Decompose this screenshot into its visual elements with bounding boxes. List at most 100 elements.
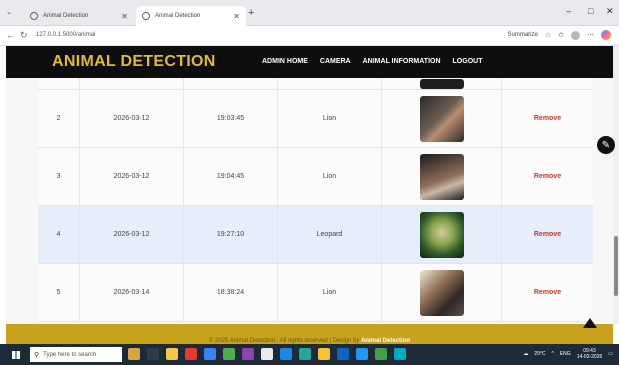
app-icon[interactable] [299,348,311,360]
weather-widget-icon[interactable] [128,348,140,360]
nav-camera[interactable]: CAMERA [320,58,351,65]
taskbar-search-placeholder: Type here to search [43,351,97,358]
animal-thumbnail [419,78,464,89]
remove-button[interactable]: Remove [534,173,561,180]
table-row: 2 2026-03-12 19:03:45 Lion Remove [38,90,593,148]
app-icon[interactable] [242,348,254,360]
row-id: 5 [38,264,80,321]
row-time: 19:27:10 [184,206,278,263]
browser-tab-1[interactable]: Animal Detection ✕ [24,6,134,26]
nav-logout[interactable]: LOGOUT [453,58,483,65]
minimize-button[interactable]: – [566,6,571,16]
table-cell [502,78,593,89]
browser-tab-1-label: Animal Detection [43,13,89,19]
clock[interactable]: 09:43 14-03-2026 [577,348,603,360]
table-cell [80,78,184,89]
row-date: 2026-03-12 [80,90,184,147]
page-scrollbar-thumb[interactable] [614,236,618,296]
star-icon[interactable]: ☆ [545,31,551,39]
nav-admin-home[interactable]: ADMIN HOME [262,58,308,65]
linkedin-icon[interactable] [337,348,349,360]
row-action-cell: Remove [502,90,593,147]
close-window-button[interactable]: ✕ [606,6,614,17]
remove-button[interactable]: Remove [534,289,561,296]
animal-thumbnail[interactable] [419,153,464,200]
profile-icon[interactable] [571,30,580,40]
row-time: 18:38:24 [184,264,278,321]
site-header: ANIMAL DETECTION ADMIN HOME CAMERA ANIMA… [6,46,613,78]
back-to-top-icon[interactable] [583,318,597,328]
row-action-cell: Remove [502,148,593,205]
chrome-icon[interactable] [261,348,273,360]
row-animal: Lion [278,90,382,147]
globe-icon [142,12,150,20]
table-row-partial [38,78,593,90]
address-bar-actions: Summarize ☆ ✩ ⋯ [508,30,611,40]
folder-icon[interactable] [318,348,330,360]
language-indicator[interactable]: ENG [560,351,571,357]
table-cell [38,78,80,89]
table-row-highlighted: 4 2026-03-12 19:27:10 Leopard Remove [38,206,593,264]
refresh-icon[interactable]: ↻ [20,30,28,41]
system-tray: ☁ 29°C ^ ENG 09:43 14-03-2026 ▭ [523,348,613,360]
remove-button[interactable]: Remove [534,231,561,238]
app-icon[interactable] [356,348,368,360]
app-icon[interactable] [394,348,406,360]
edge-icon[interactable] [280,348,292,360]
row-animal: Lion [278,148,382,205]
remove-button[interactable]: Remove [534,115,561,122]
store-icon[interactable] [204,348,216,360]
row-image-cell [382,90,502,147]
windows-start-icon[interactable] [12,351,20,359]
detections-table: 2 2026-03-12 19:03:45 Lion Remove 3 2026… [38,78,593,322]
nav-animal-information[interactable]: ANIMAL INFORMATION [363,58,441,65]
globe-icon [30,12,38,20]
summarize-button[interactable]: Summarize [508,32,538,38]
taskbar-apps [128,348,406,360]
app-icon[interactable] [223,348,235,360]
copilot-icon[interactable] [601,30,611,40]
close-tab-icon[interactable]: ✕ [121,12,128,21]
back-icon[interactable]: ← [6,30,15,40]
close-tab-icon[interactable]: ✕ [233,12,240,21]
taskbar-search[interactable]: ⚲ Type here to search [30,347,122,362]
row-date: 2026-03-12 [80,148,184,205]
url-field[interactable]: 127.0.0.1:5000/animal [36,32,95,38]
animal-thumbnail[interactable] [419,95,464,142]
main-nav: ADMIN HOME CAMERA ANIMAL INFORMATION LOG… [262,58,482,65]
brand-title: ANIMAL DETECTION [52,53,216,70]
more-icon[interactable]: ⋯ [587,31,594,39]
table-row: 3 2026-03-12 19:04:45 Lion Remove [38,148,593,206]
animal-thumbnail[interactable] [419,211,464,258]
favorites-icon[interactable]: ✩ [558,31,564,39]
row-id: 3 [38,148,80,205]
media-app-icon[interactable] [185,348,197,360]
table-cell [184,78,278,89]
detections-panel: 2 2026-03-12 19:03:45 Lion Remove 3 2026… [6,78,613,324]
row-image-cell [382,206,502,263]
file-explorer-icon[interactable] [166,348,178,360]
browser-tab-2[interactable]: Animal Detection ✕ [136,6,246,26]
row-image-cell [382,264,502,321]
table-row: 5 2026-03-14 18:38:24 Lion Remove [38,264,593,322]
tab-actions-menu-icon[interactable]: ⌄ [6,8,12,16]
row-time: 19:04:45 [184,148,278,205]
weather-icon[interactable]: ☁ [523,351,528,357]
temperature: 29°C [534,351,546,357]
row-id: 4 [38,206,80,263]
table-cell [382,78,502,89]
animal-thumbnail[interactable] [419,269,464,316]
task-view-icon[interactable] [147,348,159,360]
row-date: 2026-03-12 [80,206,184,263]
edit-icon[interactable]: ✎ [597,136,615,154]
app-icon[interactable] [375,348,387,360]
new-tab-button[interactable]: + [248,7,254,19]
notification-icon[interactable]: ▭ [608,351,613,357]
site-footer: © 2025 Animal Detection . All rights res… [6,324,613,344]
row-animal: Lion [278,264,382,321]
search-icon: ⚲ [34,351,40,359]
table-cell [278,78,382,89]
maximize-button[interactable]: □ [588,6,593,16]
tray-expand-icon[interactable]: ^ [551,351,553,357]
row-image-cell [382,148,502,205]
